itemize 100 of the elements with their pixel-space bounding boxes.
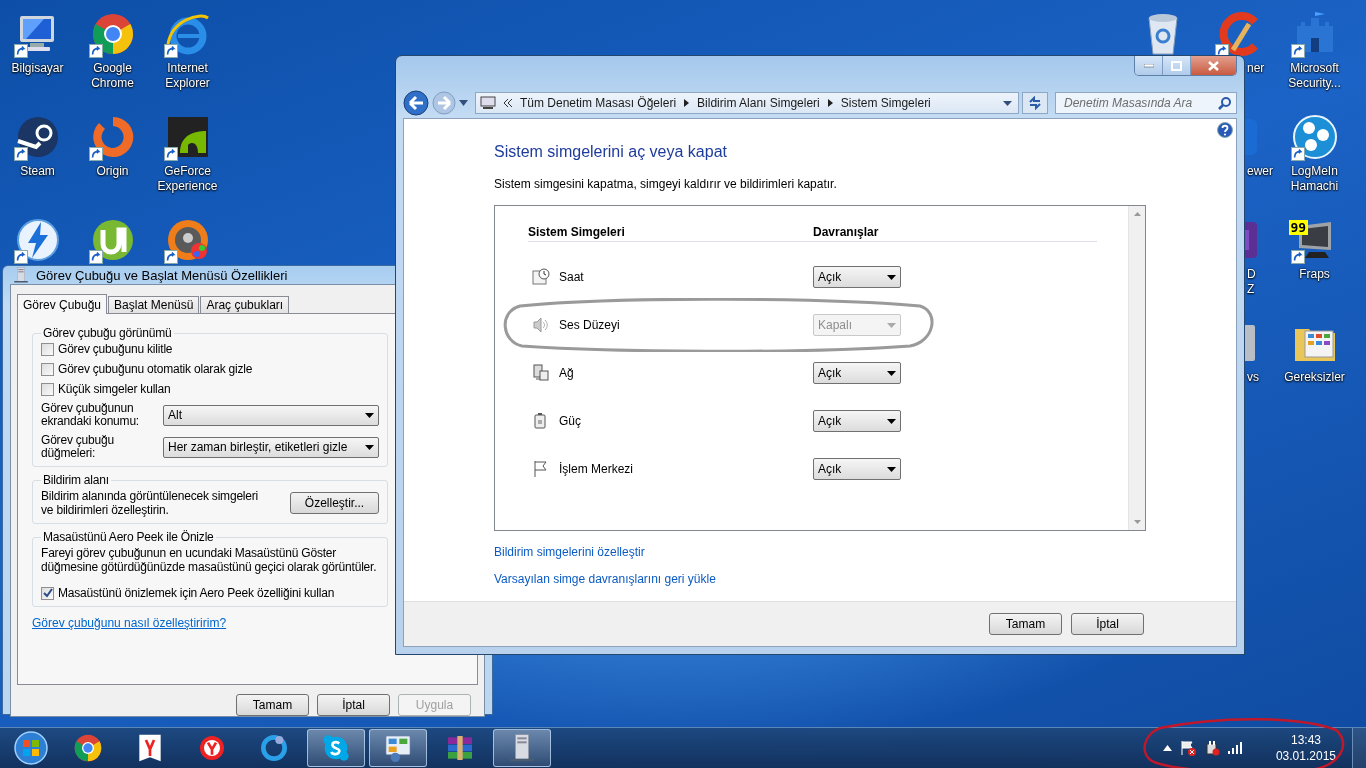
refresh-button[interactable] bbox=[1022, 92, 1048, 114]
power-plug-icon[interactable] bbox=[1203, 740, 1220, 756]
caret-icon bbox=[1003, 100, 1012, 106]
taskbar-button[interactable] bbox=[493, 729, 551, 767]
taskbar-button[interactable] bbox=[307, 729, 365, 767]
icon-name: Ses Düzeyi bbox=[559, 318, 620, 332]
tab[interactable]: Görev Çubuğu bbox=[17, 294, 108, 314]
up-arrow-icon[interactable] bbox=[1162, 745, 1172, 751]
link[interactable]: Bildirim simgelerini özelleştir bbox=[494, 545, 645, 559]
caret-icon bbox=[887, 274, 896, 280]
skype-cloud-icon bbox=[320, 732, 352, 764]
checkbox-label[interactable]: Görev çubuğunu kilitle bbox=[58, 342, 173, 356]
icon-name: İşlem Merkezi bbox=[559, 462, 633, 476]
taskbar-button[interactable] bbox=[369, 729, 427, 767]
desktop-icon-label[interactable]: Internet Explorer bbox=[150, 61, 225, 91]
breadcrumb[interactable]: Bildirim Alanı Simgeleri bbox=[697, 96, 820, 110]
help-link[interactable]: Görev çubuğunu nasıl özelleştiririm? bbox=[32, 616, 227, 630]
tab[interactable]: Araç çubukları bbox=[200, 296, 290, 313]
computer-icon bbox=[480, 96, 496, 110]
column-header: Davranışlar bbox=[813, 225, 880, 239]
close-button[interactable] bbox=[1191, 56, 1236, 75]
breadcrumb[interactable]: Tüm Denetim Masası Öğeleri bbox=[520, 96, 677, 110]
checkbox-label[interactable]: Görev çubuğunu otomatik olarak gizle bbox=[58, 362, 253, 376]
customize-button[interactable]: Özelleştir... bbox=[290, 492, 379, 514]
desktop-icon-label[interactable]: LogMeIn Hamachi bbox=[1277, 164, 1352, 194]
caret-icon bbox=[887, 322, 896, 328]
desktop-icon-label[interactable]: Origin bbox=[75, 164, 150, 179]
dialog-button[interactable]: Tamam bbox=[989, 613, 1062, 635]
checkbox-label[interactable]: Küçük simgeler kullan bbox=[58, 382, 171, 396]
signal-icon[interactable] bbox=[1227, 742, 1242, 754]
desktop-icon-label[interactable]: Gereksizler bbox=[1277, 370, 1352, 385]
group-title: Görev çubuğu görünümü bbox=[42, 326, 173, 340]
group-title: Bildirim alanı bbox=[42, 473, 110, 487]
icon-name: Güç bbox=[559, 414, 581, 428]
dialog-button[interactable]: İptal bbox=[1071, 613, 1144, 635]
caret-icon bbox=[887, 370, 896, 376]
maximize-icon bbox=[1171, 60, 1182, 71]
link[interactable]: Varsayılan simge davranışlarını geri yükle bbox=[494, 572, 716, 586]
desktop-icon-label[interactable]: ner bbox=[1247, 61, 1265, 76]
behavior-dropdown[interactable]: Açık bbox=[813, 410, 901, 432]
flag-icon[interactable] bbox=[1179, 740, 1196, 756]
dialog-button[interactable]: Tamam bbox=[236, 694, 309, 716]
minimize-icon bbox=[1143, 63, 1154, 68]
speaker-icon bbox=[532, 316, 550, 334]
desktop-icon-label[interactable]: ewer bbox=[1247, 164, 1273, 179]
behavior-dropdown[interactable]: Açık bbox=[813, 458, 901, 480]
clock-date: 03.01.2015 bbox=[1275, 748, 1336, 764]
swirl-icon bbox=[258, 732, 290, 764]
help-icon[interactable] bbox=[1217, 122, 1233, 138]
show-desktop-button[interactable] bbox=[1352, 728, 1366, 768]
fps-counter: 99 bbox=[1288, 220, 1309, 235]
chevron-icon[interactable] bbox=[827, 99, 833, 107]
caret-icon bbox=[365, 412, 374, 418]
desktop-icon-label[interactable]: Bilgisayar bbox=[0, 61, 75, 76]
clock-time: 13:43 bbox=[1290, 732, 1321, 748]
checkbox-label[interactable]: Masaüstünü önizlemek için Aero Peek özelliğini kullan bbox=[58, 586, 335, 600]
description-text: Fareyi görev çubuğunun en ucundaki Masaüstünü Göster düğmesine götürdüğünüzde masaüstünü geçici olarak görüntüler. bbox=[41, 546, 378, 574]
icon-name: Saat bbox=[559, 270, 584, 284]
checkbox[interactable] bbox=[41, 342, 54, 356]
search-field[interactable]: Denetim Masasında Ara bbox=[1055, 92, 1237, 114]
checkbox[interactable] bbox=[41, 586, 54, 600]
desktop-icon-label[interactable]: vs bbox=[1247, 370, 1259, 385]
checkbox[interactable] bbox=[41, 362, 54, 376]
column-header: Sistem Simgeleri bbox=[528, 225, 626, 239]
desktop-icon-label[interactable]: Steam bbox=[0, 164, 75, 179]
desktop-icon-label[interactable]: GeForce Experience bbox=[150, 164, 225, 194]
desktop-icon-label[interactable]: D Z bbox=[1247, 267, 1256, 297]
back-button[interactable] bbox=[403, 90, 429, 116]
dropdown[interactable]: Her zaman birleştir, etiketleri gizle bbox=[163, 436, 379, 458]
icon-name: Ağ bbox=[559, 366, 574, 380]
desktop-icon-label[interactable]: Fraps bbox=[1277, 267, 1352, 282]
clock[interactable]: 13:43 03.01.2015 bbox=[1275, 732, 1336, 764]
refresh-icon bbox=[1028, 96, 1042, 110]
tower-computer-icon bbox=[12, 266, 30, 284]
maximize-button[interactable] bbox=[1163, 56, 1191, 75]
behavior-dropdown[interactable]: Açık bbox=[813, 362, 901, 384]
caret-icon bbox=[887, 466, 896, 472]
desktop-icon-label[interactable]: Google Chrome bbox=[75, 61, 150, 91]
address-bar[interactable]: Tüm Denetim Masası Öğeleri Bildirim Alanı Simgeleri Sistem Simgeleri bbox=[475, 92, 1019, 114]
double-chevron-icon bbox=[504, 99, 512, 107]
three-dots-icon bbox=[1290, 113, 1339, 161]
field-label: Görev çubuğu düğmeleri: bbox=[41, 434, 115, 460]
network-icon bbox=[532, 364, 550, 382]
page-heading: Sistem simgelerini aç veya kapat bbox=[494, 143, 728, 161]
caret-icon bbox=[887, 418, 896, 424]
flag-icon bbox=[532, 460, 550, 478]
dropdown[interactable]: Alt bbox=[163, 404, 379, 426]
caret-icon[interactable] bbox=[459, 100, 468, 106]
behavior-dropdown[interactable]: Açık bbox=[813, 266, 901, 288]
clock-icon bbox=[532, 268, 550, 286]
checkbox[interactable] bbox=[41, 382, 54, 396]
desktop-icon-label[interactable]: Microsoft Security... bbox=[1277, 61, 1352, 91]
chevron-icon[interactable] bbox=[684, 99, 690, 107]
search-icon bbox=[1218, 96, 1232, 110]
dialog-button[interactable]: İptal bbox=[317, 694, 390, 716]
group-title: Masaüstünü Aero Peek ile Önizle bbox=[42, 530, 215, 544]
caret-icon bbox=[365, 444, 374, 450]
tab[interactable]: Başlat Menüsü bbox=[108, 296, 200, 313]
tricolor-circle-icon bbox=[72, 732, 104, 764]
breadcrumb[interactable]: Sistem Simgeleri bbox=[840, 96, 931, 110]
